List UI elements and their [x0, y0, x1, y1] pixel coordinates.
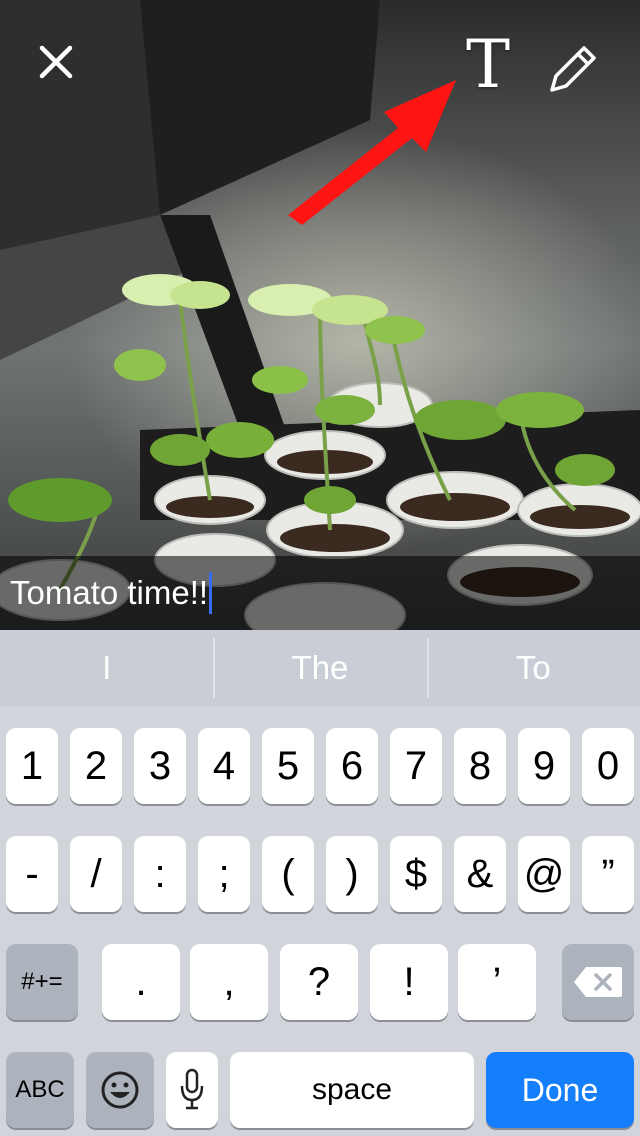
keyboard: 1 2 3 4 5 6 7 8 9 0 - / : ; ( ) $ & @ ” … [0, 706, 640, 1136]
key-8[interactable]: 8 [454, 728, 506, 804]
backspace-icon [574, 967, 622, 997]
snap-photo: T Tomato time!! [0, 0, 640, 630]
key-5[interactable]: 5 [262, 728, 314, 804]
key-ampersand[interactable]: & [454, 836, 506, 912]
text-tool-icon: T [465, 26, 511, 103]
text-cursor [209, 572, 213, 614]
key-1[interactable]: 1 [6, 728, 58, 804]
emoji-icon [101, 1071, 139, 1109]
close-icon [39, 45, 73, 79]
key-6[interactable]: 6 [326, 728, 378, 804]
abc-key[interactable]: ABC [6, 1052, 74, 1128]
symbols-mode-key[interactable]: #+= [6, 944, 78, 1020]
suggestion-item[interactable]: To [426, 630, 640, 706]
red-arrow-annotation [288, 80, 456, 225]
key-close-paren[interactable]: ) [326, 836, 378, 912]
key-4[interactable]: 4 [198, 728, 250, 804]
key-0[interactable]: 0 [582, 728, 634, 804]
key-period[interactable]: . [102, 944, 180, 1020]
key-quote[interactable]: ” [582, 836, 634, 912]
delete-key[interactable] [562, 944, 634, 1020]
key-apostrophe[interactable]: ’ [458, 944, 536, 1020]
key-2[interactable]: 2 [70, 728, 122, 804]
pencil-tool-button[interactable] [544, 38, 604, 98]
close-button[interactable] [30, 36, 82, 88]
key-exclamation[interactable]: ! [370, 944, 448, 1020]
done-key[interactable]: Done [486, 1052, 634, 1128]
microphone-icon [180, 1068, 204, 1110]
space-key[interactable]: space [230, 1052, 474, 1128]
key-9[interactable]: 9 [518, 728, 570, 804]
key-dollar[interactable]: $ [390, 836, 442, 912]
caption-bar[interactable]: Tomato time!! [0, 556, 640, 630]
key-colon[interactable]: : [134, 836, 186, 912]
pencil-icon [550, 46, 596, 92]
suggestion-item[interactable]: I [0, 630, 213, 706]
key-question[interactable]: ? [280, 944, 358, 1020]
key-3[interactable]: 3 [134, 728, 186, 804]
text-tool-button[interactable]: T [456, 30, 520, 100]
microphone-key[interactable] [166, 1052, 218, 1128]
emoji-key[interactable] [86, 1052, 154, 1128]
caption-text[interactable]: Tomato time!! [0, 574, 208, 612]
key-open-paren[interactable]: ( [262, 836, 314, 912]
key-at[interactable]: @ [518, 836, 570, 912]
key-slash[interactable]: / [70, 836, 122, 912]
key-comma[interactable]: , [190, 944, 268, 1020]
suggestion-item[interactable]: The [213, 630, 426, 706]
key-semicolon[interactable]: ; [198, 836, 250, 912]
key-hyphen[interactable]: - [6, 836, 58, 912]
predictive-suggestions-bar: I The To [0, 630, 640, 706]
key-7[interactable]: 7 [390, 728, 442, 804]
